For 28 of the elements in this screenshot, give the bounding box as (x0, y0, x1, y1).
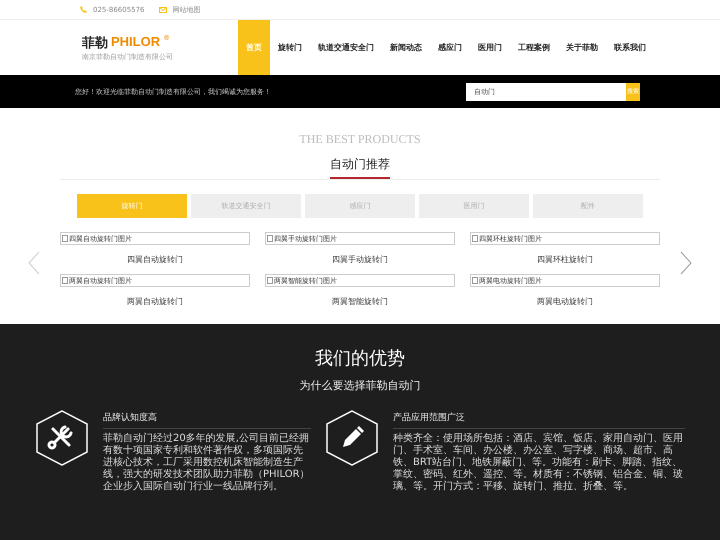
nav-item[interactable]: 旋转门 (270, 20, 310, 75)
nav-item[interactable]: 新闻动态 (382, 20, 430, 75)
product-name[interactable]: 四翼自动旋转门 (127, 254, 183, 265)
hexagon-frame (36, 410, 88, 466)
nav-item[interactable]: 联系我们 (606, 20, 654, 75)
advantages-subtitle: 为什么要选择菲勒自动门 (300, 378, 420, 393)
phone-icon (80, 6, 87, 13)
nav-item[interactable]: 医用门 (470, 20, 510, 75)
tools-icon (48, 426, 72, 450)
hexagon-frame (326, 410, 378, 466)
mail-icon (158, 6, 167, 12)
advantages-title: 我们的优势 (315, 347, 405, 370)
nav-item[interactable]: 感应门 (430, 20, 470, 75)
feature-text: 菲勒自动门经过20多年的发展,公司目前已经拥有数十项国家专利和软件著作权，多项国际先进核心技术，工厂采用数控机床智能制造生产线，强大的研发技术团队助力菲勒（PHILOR）企业步入国际自动门行业一线品牌行列。 (103, 433, 311, 493)
pencil-icon (343, 426, 364, 447)
product-name[interactable]: 两翼电动旋转门 (537, 296, 593, 307)
product-name[interactable]: 四翼手动旋转门 (332, 254, 388, 265)
section-title: 自动门推荐 (330, 156, 390, 179)
product-name[interactable]: 两翼智能旋转门 (332, 296, 388, 307)
nav-item[interactable]: 工程案例 (510, 20, 558, 75)
nav-item[interactable]: 轨道交通安全门 (310, 20, 382, 75)
feature-title: 产品应用范围广泛 (393, 409, 685, 429)
feature-text: 种类齐全：使用场所包括：酒店、宾馆、饭店、家用自动门、医用门、手术室、车间、办公楼、办公室、写字楼、商场、超市、高铁、BRT站台门、地铁屏蔽门、等。功能有：刷卡、脚踏、指纹、掌纹、密码、红外、遥控、等。材质有：不锈钢、铝合金、铜、玻璃、等。开门方式：平移、旋转门、推拉、折叠、等。 (393, 433, 684, 493)
feature-title: 品牌认知度高 (103, 409, 311, 429)
product-name[interactable]: 四翼环柱旋转门 (537, 254, 593, 265)
section-eyebrow: THE BEST PRODUCTS (299, 132, 421, 147)
nav-item[interactable]: 关于菲勒 (558, 20, 606, 75)
product-name[interactable]: 两翼自动旋转门 (127, 296, 183, 307)
